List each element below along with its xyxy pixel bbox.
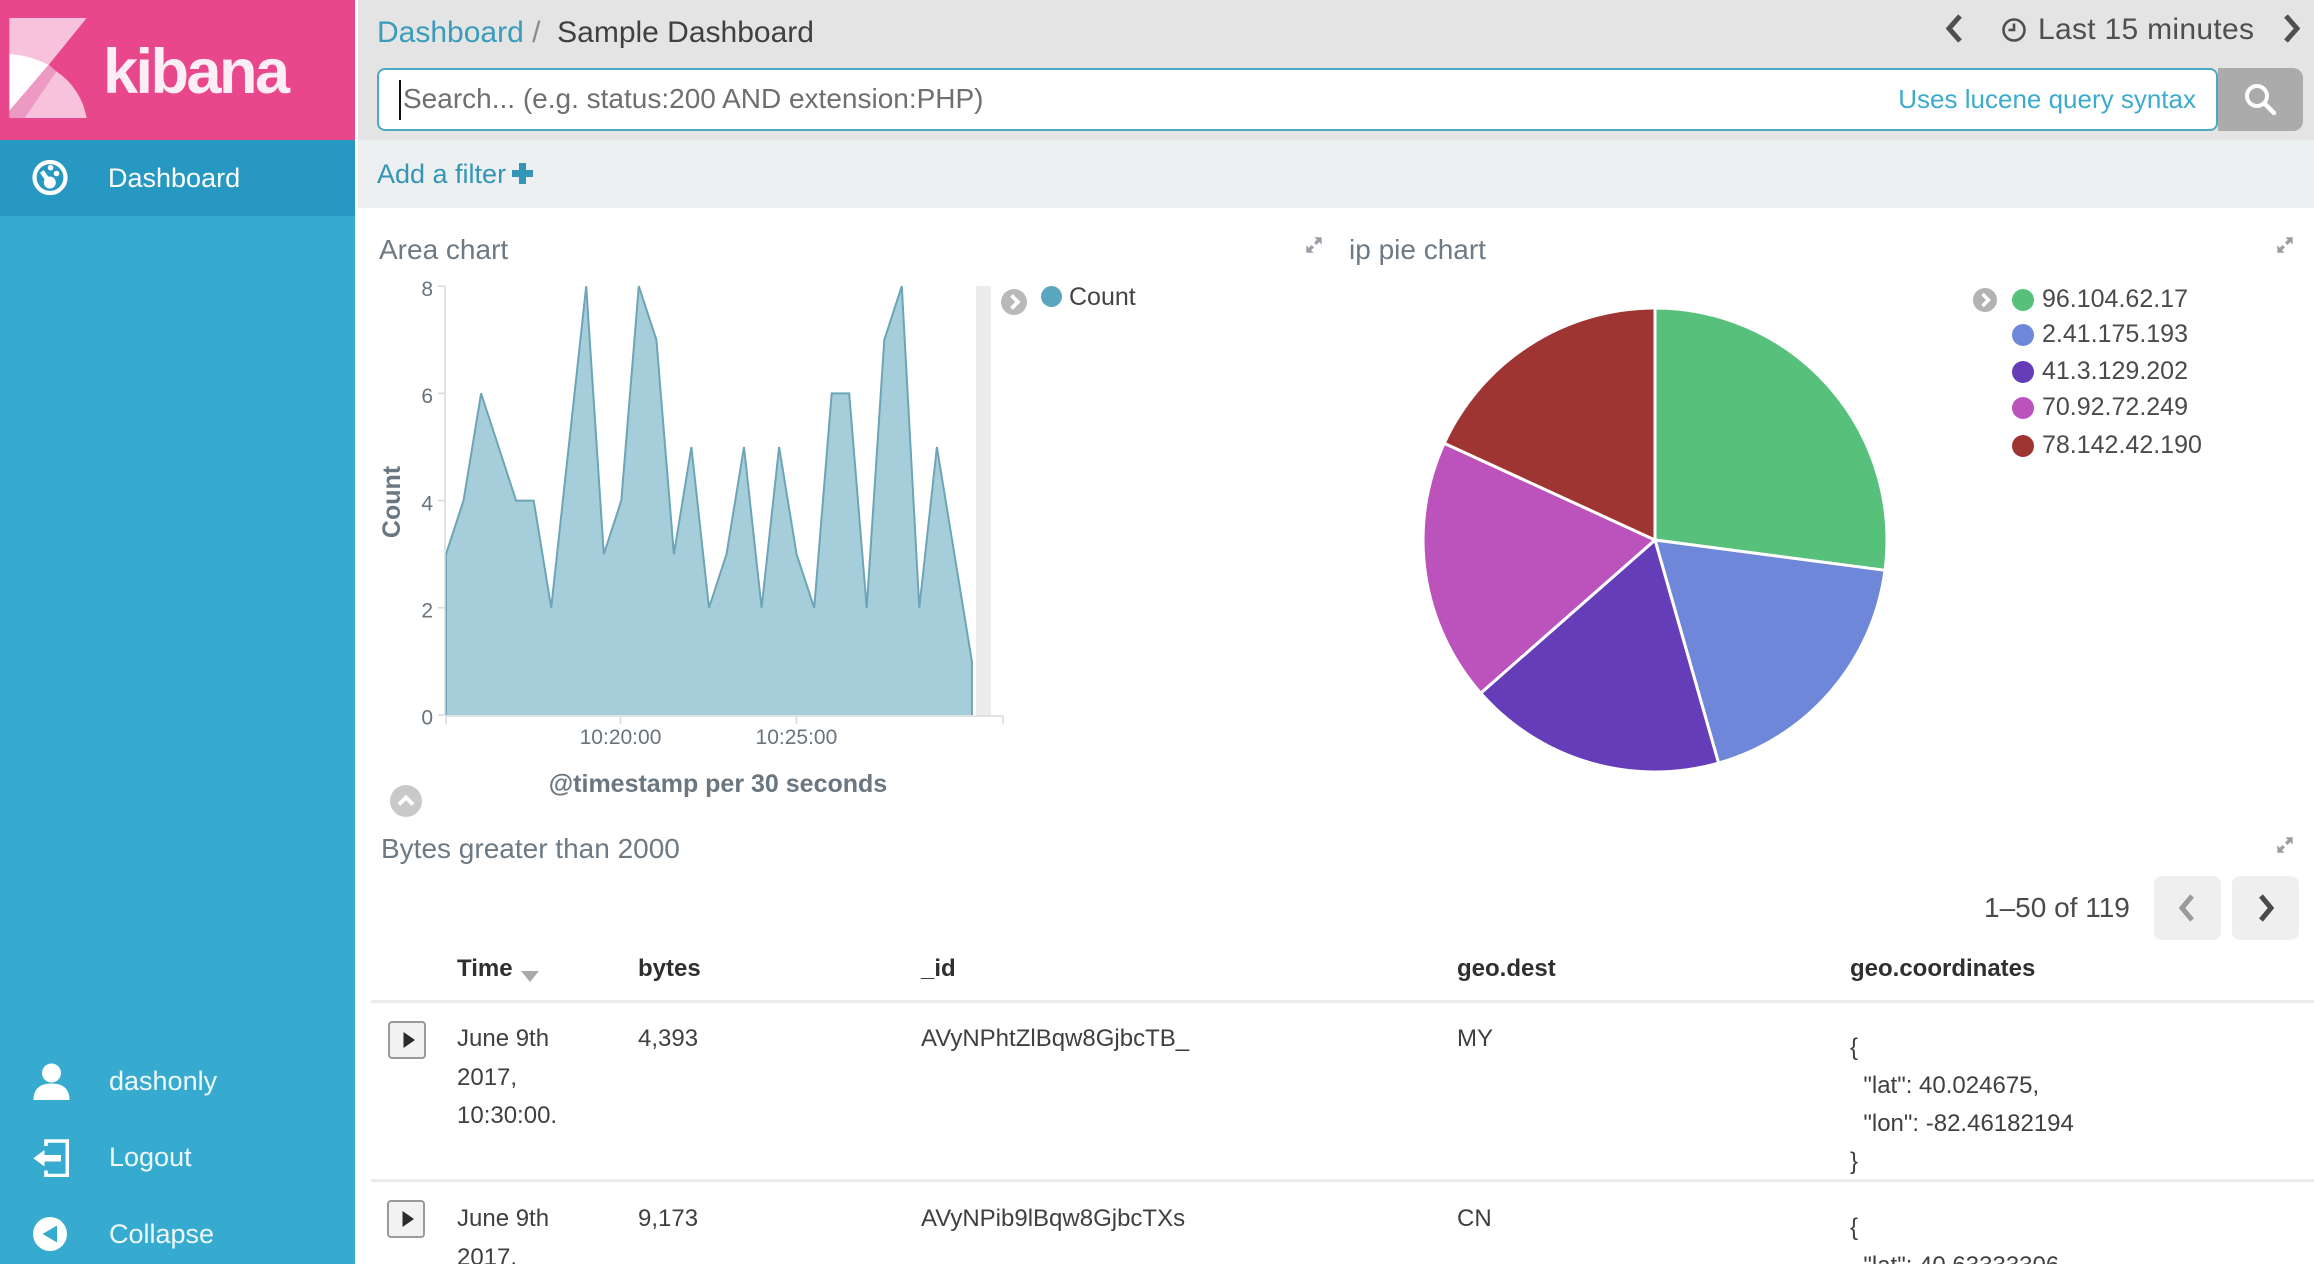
svg-text:@timestamp per 30 seconds: @timestamp per 30 seconds — [549, 770, 887, 798]
svg-text:0: 0 — [421, 707, 433, 730]
svg-text:8: 8 — [421, 278, 433, 301]
svg-text:10:20:00: 10:20:00 — [580, 726, 662, 749]
svg-text:Count: Count — [380, 465, 406, 538]
svg-text:4: 4 — [421, 492, 433, 515]
svg-text:2: 2 — [421, 600, 433, 623]
svg-text:6: 6 — [421, 385, 433, 408]
svg-text:10:25:00: 10:25:00 — [756, 726, 838, 749]
